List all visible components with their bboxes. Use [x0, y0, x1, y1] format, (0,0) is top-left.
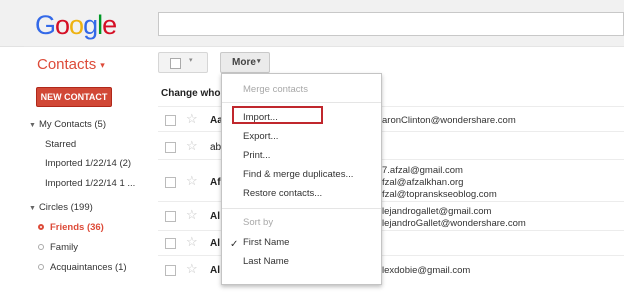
- contact-name: Al: [210, 265, 220, 276]
- star-icon[interactable]: ☆: [186, 235, 198, 248]
- logo-letter: o: [55, 10, 70, 40]
- contact-name: ab: [210, 142, 222, 153]
- page-title: Contacts: [37, 56, 97, 73]
- logo-letter: e: [102, 10, 117, 40]
- menu-item-sort-last-name[interactable]: Last Name: [243, 256, 289, 267]
- google-logo[interactable]: Google: [35, 10, 117, 41]
- new-contact-button[interactable]: NEW CONTACT: [36, 87, 112, 107]
- menu-item-sort-first-name[interactable]: First Name: [243, 237, 289, 248]
- more-dropdown-menu: Merge contacts Import... Export... Print…: [221, 73, 382, 285]
- row-checkbox[interactable]: [165, 265, 176, 276]
- row-checkbox[interactable]: [165, 238, 176, 249]
- search-input[interactable]: [158, 12, 624, 36]
- sidebar-item-label: Acquaintances (1): [50, 262, 127, 273]
- logo-letter: G: [35, 10, 56, 40]
- menu-separator: [222, 208, 381, 209]
- triangle-down-icon: ▼: [29, 205, 36, 212]
- sidebar-item-circles[interactable]: ▼ Circles (199): [29, 202, 93, 213]
- sidebar-item-friends[interactable]: Friends (36): [38, 222, 104, 233]
- sidebar-item-imported-2[interactable]: Imported 1/22/14 1 ...: [45, 178, 135, 189]
- sidebar-item-my-contacts[interactable]: ▼ My Contacts (5): [29, 119, 106, 130]
- row-checkbox[interactable]: [165, 177, 176, 188]
- circle-icon: [38, 224, 44, 231]
- star-icon[interactable]: ☆: [186, 112, 198, 125]
- contact-email: lejandroGallet@wondershare.com: [382, 218, 526, 229]
- select-checkbox-button[interactable]: ▾: [158, 52, 208, 73]
- list-header: Change who's: [161, 88, 229, 99]
- more-button[interactable]: More ▾: [220, 52, 270, 73]
- sidebar-item-starred[interactable]: Starred: [45, 139, 76, 150]
- logo-letter: g: [83, 10, 98, 40]
- sidebar-item-label: Circles (199): [38, 202, 93, 213]
- contact-email: fzal@afzalkhan.org: [382, 177, 464, 188]
- chevron-down-icon: ▾: [257, 58, 261, 65]
- menu-separator: [222, 102, 381, 103]
- contact-name: Al: [210, 211, 220, 222]
- triangle-down-icon: ▼: [29, 122, 36, 129]
- more-button-label: More: [232, 57, 256, 68]
- contact-email: fzal@topranskseoblog.com: [382, 189, 497, 200]
- contact-email: 7.afzal@gmail.com: [382, 165, 463, 176]
- contacts-app-switcher[interactable]: Contacts ▾: [37, 56, 105, 73]
- menu-item-print[interactable]: Print...: [243, 150, 270, 161]
- logo-letter: o: [69, 10, 84, 40]
- sidebar-item-label: Friends (36): [50, 222, 104, 233]
- sidebar-item-acquaintances[interactable]: Acquaintances (1): [38, 262, 127, 273]
- contact-name: Al: [210, 238, 220, 249]
- menu-section-sort-by: Sort by: [243, 217, 274, 228]
- sidebar-item-family[interactable]: Family: [38, 242, 78, 253]
- checkmark-icon: ✓: [230, 239, 239, 250]
- contact-name: Af: [210, 177, 221, 188]
- circle-icon: [38, 244, 44, 251]
- star-icon[interactable]: ☆: [186, 139, 198, 152]
- chevron-down-icon: ▾: [189, 57, 193, 64]
- contact-email: aronClinton@wondershare.com: [382, 115, 516, 126]
- checkbox-icon: [170, 58, 181, 69]
- sidebar-item-imported-1[interactable]: Imported 1/22/14 (2): [45, 158, 131, 169]
- contact-email: lejandrogallet@gmail.com: [382, 206, 492, 217]
- star-icon[interactable]: ☆: [186, 208, 198, 221]
- top-bar: Google: [0, 0, 624, 47]
- row-checkbox[interactable]: [165, 142, 176, 153]
- circle-icon: [38, 264, 44, 271]
- star-icon[interactable]: ☆: [186, 174, 198, 187]
- header-divider: [24, 46, 624, 47]
- row-checkbox[interactable]: [165, 115, 176, 126]
- import-highlight-box: [232, 106, 323, 124]
- sidebar-item-label: Family: [50, 242, 78, 253]
- row-checkbox[interactable]: [165, 211, 176, 222]
- menu-item-merge-contacts: Merge contacts: [243, 84, 308, 95]
- menu-item-export[interactable]: Export...: [243, 131, 278, 142]
- chevron-down-icon: ▾: [100, 59, 105, 70]
- contact-email: lexdobie@gmail.com: [382, 265, 471, 276]
- menu-item-restore-contacts[interactable]: Restore contacts...: [243, 188, 322, 199]
- star-icon[interactable]: ☆: [186, 262, 198, 275]
- sidebar-item-label: My Contacts (5): [38, 119, 106, 130]
- menu-item-find-merge-duplicates[interactable]: Find & merge duplicates...: [243, 169, 353, 180]
